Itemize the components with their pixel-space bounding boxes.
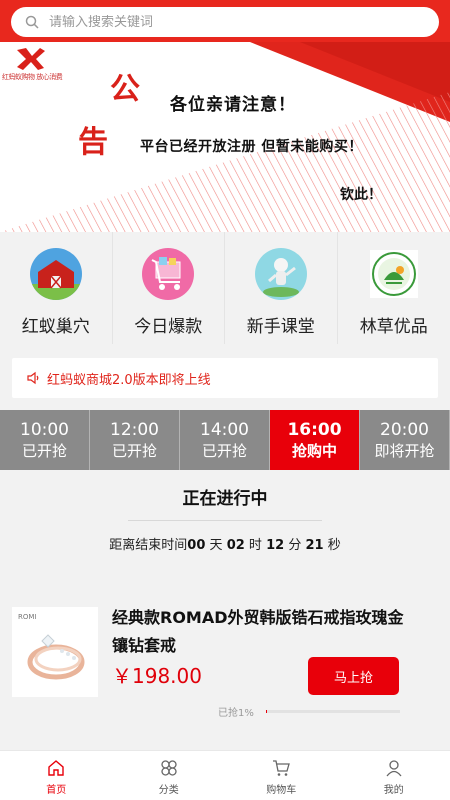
time-tab-status: 即将开抢 bbox=[374, 442, 435, 460]
countdown-minute-unit: 分 bbox=[288, 538, 302, 553]
time-tab-2000[interactable]: 20:00 即将开抢 bbox=[360, 410, 450, 470]
notice-bar[interactable]: 红蚂蚁商城2.0版本即将上线 bbox=[12, 358, 438, 398]
nav-label: 分类 bbox=[158, 785, 179, 796]
announcement-banner[interactable]: 红蚂蚁购物 放心消费 公 告 各位亲请注意！ 平台已经开放注册 但暂未能购买！ … bbox=[0, 42, 450, 232]
time-tab-1000[interactable]: 10:00 已开抢 bbox=[0, 410, 90, 470]
cart-icon bbox=[273, 760, 291, 776]
time-tab-status: 抢购中 bbox=[291, 442, 337, 460]
flash-sale-time-tabs: 10:00 已开抢 12:00 已开抢 14:00 已开抢 16:00 抢购中 … bbox=[0, 410, 450, 470]
category-label: 林草优品 bbox=[359, 317, 428, 337]
countdown-day-unit: 天 bbox=[209, 538, 223, 553]
notice-text: 红蚂蚁商城2.0版本即将上线 bbox=[47, 372, 211, 388]
time-tab-1600[interactable]: 16:00 抢购中 bbox=[270, 410, 360, 470]
buy-now-button[interactable]: 马上抢 bbox=[308, 657, 399, 695]
time-tab-time: 12:00 bbox=[110, 420, 159, 440]
notice-char-2: 告 bbox=[78, 125, 108, 160]
search-input[interactable] bbox=[49, 14, 419, 30]
time-tab-time: 16:00 bbox=[287, 420, 342, 440]
speaker-icon bbox=[26, 370, 42, 386]
sold-progress-fill bbox=[266, 710, 268, 713]
time-tab-status: 已开抢 bbox=[201, 442, 247, 460]
countdown-prefix: 距离结束时间 bbox=[109, 538, 188, 553]
nav-mine[interactable]: 我的 bbox=[338, 751, 450, 800]
user-icon bbox=[386, 760, 402, 777]
brand-mark: ROMI bbox=[18, 613, 36, 621]
barn-image bbox=[29, 248, 82, 300]
section-title: 正在进行中 bbox=[182, 489, 268, 509]
divider bbox=[128, 520, 322, 521]
countdown-minutes: 12 bbox=[266, 538, 285, 553]
banner-line-3: 钦此！ bbox=[340, 187, 382, 203]
product-price: ￥198.00 bbox=[112, 664, 202, 688]
countdown-seconds: 21 bbox=[305, 538, 324, 553]
time-tab-time: 14:00 bbox=[200, 420, 249, 440]
search-box[interactable] bbox=[11, 7, 439, 37]
product-name[interactable]: 经典款ROMAD外贸韩版锆石戒指玫瑰金镶钻套戒 bbox=[112, 604, 408, 660]
category-label: 今日爆款 bbox=[134, 317, 203, 337]
home-icon bbox=[48, 760, 64, 776]
nav-cart[interactable]: 购物车 bbox=[225, 751, 338, 800]
time-tab-1200[interactable]: 12:00 已开抢 bbox=[90, 410, 180, 470]
category-item-newbie-class[interactable]: 新手课堂 bbox=[225, 232, 338, 344]
banner-line-1: 各位亲请注意！ bbox=[170, 95, 296, 115]
countdown-days: 00 bbox=[187, 538, 206, 553]
shopping-cart-image bbox=[142, 248, 195, 300]
countdown-hours: 02 bbox=[226, 538, 245, 553]
countdown-hour-unit: 时 bbox=[248, 538, 262, 553]
time-tab-status: 已开抢 bbox=[21, 442, 67, 460]
nav-home[interactable]: 首页 bbox=[0, 751, 113, 800]
nav-category[interactable]: 分类 bbox=[113, 751, 226, 800]
time-tab-status: 已开抢 bbox=[111, 442, 157, 460]
logo-text: 红蚂蚁购物 放心消费 bbox=[2, 73, 63, 81]
time-tab-time: 20:00 bbox=[380, 420, 429, 440]
product-image[interactable]: ROMI bbox=[12, 607, 98, 697]
countdown: 距离结束时间00 天 02 时 12 分 21 秒 bbox=[0, 534, 450, 553]
search-icon bbox=[25, 14, 41, 30]
category-item-hot-today[interactable]: 今日爆款 bbox=[113, 232, 225, 344]
category-item-forest-products[interactable]: 林草优品 bbox=[338, 232, 450, 344]
search-header bbox=[0, 0, 450, 42]
sold-progress-bar bbox=[266, 710, 400, 713]
category-row: 红蚁巢穴 今日爆款 新手课堂 林草优品 bbox=[0, 232, 450, 344]
product-card[interactable]: ROMI 经典款ROMAD外贸韩版锆石戒指玫瑰金镶钻套戒 ￥198.00 马上抢… bbox=[0, 592, 450, 727]
countdown-second-unit: 秒 bbox=[327, 538, 341, 553]
category-item-red-ant-nest[interactable]: 红蚁巢穴 bbox=[0, 232, 113, 344]
nav-label: 我的 bbox=[383, 785, 404, 796]
figure-image bbox=[254, 248, 307, 300]
nav-label: 首页 bbox=[46, 785, 67, 796]
category-label: 新手课堂 bbox=[246, 317, 315, 337]
time-tab-time: 10:00 bbox=[20, 420, 69, 440]
banner-line-2: 平台已经开放注册 但暂未能购买！ bbox=[140, 139, 363, 155]
sold-percent-label: 已抢1% bbox=[218, 708, 254, 719]
time-tab-1400[interactable]: 14:00 已开抢 bbox=[180, 410, 270, 470]
bottom-navigation: 首页 分类 购物车 我的 bbox=[0, 750, 450, 800]
category-icon bbox=[161, 760, 177, 776]
category-label: 红蚁巢穴 bbox=[21, 317, 90, 337]
notice-char-1: 公 bbox=[110, 72, 140, 107]
nav-label: 购物车 bbox=[266, 785, 297, 796]
green-badge-image bbox=[369, 250, 418, 298]
